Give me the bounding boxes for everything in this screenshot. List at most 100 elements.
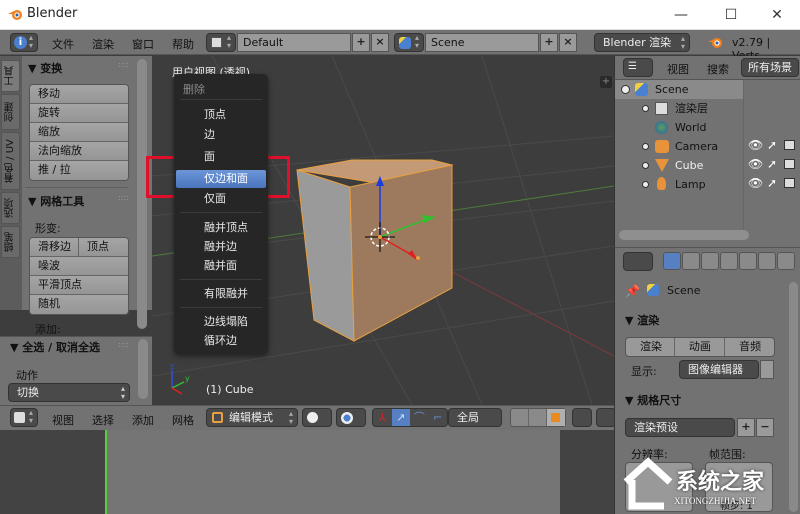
render-layers-tab-icon[interactable]	[682, 252, 700, 270]
maximize-button[interactable]: ☐	[718, 5, 744, 25]
vertex-select-icon[interactable]	[511, 409, 529, 426]
minimize-button[interactable]: —	[668, 5, 694, 25]
render-tab-icon[interactable]	[663, 252, 681, 270]
menu-item-limited-dissolve[interactable]: 有限融并	[174, 285, 268, 303]
manipulator-toggle-icon[interactable]: ⅄	[373, 409, 392, 426]
menu-item-only-faces[interactable]: 仅面	[174, 190, 268, 208]
outliner-row-world[interactable]: World	[615, 118, 800, 137]
face-select-icon[interactable]	[547, 409, 565, 426]
render-engine-dropdown[interactable]: Blender 渲染 ▴ ▾	[594, 33, 690, 52]
render-audio-button[interactable]: 音频	[725, 338, 774, 356]
edge-select-icon[interactable]	[529, 409, 547, 426]
pivot-point-selector[interactable]	[336, 408, 366, 427]
dimensions-panel-header[interactable]: ▼ 规格尺寸	[625, 392, 681, 408]
rotate-manipulator-icon[interactable]: ⌒	[410, 409, 429, 426]
tab-grease-pencil[interactable]: 蜡笔	[1, 226, 20, 258]
operator-panel-header[interactable]: ▼ 全选 / 取消全选	[10, 339, 100, 355]
outliner-display-dropdown[interactable]: 所有场景	[741, 58, 799, 77]
render-image-button[interactable]: 渲染	[626, 338, 675, 356]
renderability-camera-icon[interactable]	[784, 178, 795, 188]
move-button[interactable]: 移动	[30, 85, 128, 104]
display-dropdown[interactable]: 图像编辑器	[679, 360, 759, 379]
add-layout-button[interactable]: +	[352, 33, 370, 52]
outliner-row-render-layers[interactable]: 渲染层	[615, 99, 800, 118]
menu-render[interactable]: 渲染	[92, 36, 114, 52]
render-animation-button[interactable]: 动画	[675, 338, 726, 356]
render-preset-dropdown[interactable]: 渲染预设	[625, 418, 735, 437]
transform-panel-header[interactable]: ▼ 变换	[28, 60, 62, 76]
tab-options[interactable]: 选项	[1, 192, 20, 224]
remove-preset-button[interactable]: −	[756, 418, 774, 437]
scene-tab-icon[interactable]	[701, 252, 719, 270]
menu-item-edge-collapse[interactable]: 边线塌陷	[174, 313, 268, 331]
tab-create[interactable]: 创建	[1, 94, 20, 130]
noise-button[interactable]: 噪波	[30, 257, 128, 276]
outliner-type-selector[interactable]: ☰	[623, 58, 653, 77]
shrink-fatten-button[interactable]: 法向缩放	[30, 142, 128, 161]
properties-toggle-button[interactable]: +	[600, 76, 612, 88]
outliner-row-scene[interactable]: Scene	[615, 80, 743, 99]
lock-interface-icon[interactable]	[760, 360, 774, 379]
renderability-camera-icon[interactable]	[784, 140, 795, 150]
tab-shading-uv[interactable]: 着色 / UV	[1, 132, 20, 190]
scene-selector[interactable]: ▴ ▾	[394, 33, 424, 52]
selectability-cursor-icon[interactable]: ➚	[767, 157, 777, 171]
visibility-eye-icon[interactable]: 👁	[748, 138, 763, 152]
scale-button[interactable]: 缩放	[30, 123, 128, 142]
edge-slide-button[interactable]: 滑移边	[30, 238, 79, 256]
menu-select[interactable]: 选择	[92, 412, 114, 428]
add-preset-button[interactable]: +	[737, 418, 755, 437]
constraints-tab-icon[interactable]	[758, 252, 776, 270]
editor-type-selector[interactable]: i ▴ ▾	[10, 33, 38, 52]
menu-item-only-edges-faces[interactable]: 仅边和面	[176, 170, 266, 188]
editor-type-selector[interactable]: ▴ ▾	[10, 408, 38, 427]
menu-item-dissolve-edges[interactable]: 融并边	[174, 238, 268, 256]
drag-handle-icon[interactable]: ::::	[118, 193, 129, 202]
menu-add[interactable]: 添加	[132, 412, 154, 428]
properties-type-selector[interactable]	[623, 252, 653, 271]
smooth-vertex-button[interactable]: 平滑顶点	[30, 276, 128, 295]
object-tab-icon[interactable]	[739, 252, 757, 270]
outliner-menu-search[interactable]: 搜索	[707, 61, 729, 77]
tab-tools[interactable]: 工具	[1, 60, 20, 92]
randomize-button[interactable]: 随机	[30, 295, 128, 314]
menu-window[interactable]: 窗口	[132, 36, 154, 52]
push-pull-button[interactable]: 推 / 拉	[30, 161, 128, 180]
renderability-camera-icon[interactable]	[784, 159, 795, 169]
current-frame-line[interactable]	[105, 430, 107, 514]
pin-icon[interactable]: 📌	[625, 284, 640, 298]
action-dropdown[interactable]: 切换 ▴ ▾	[8, 383, 130, 402]
expand-icon[interactable]	[642, 181, 649, 188]
screen-layout-field[interactable]: Default	[237, 33, 351, 52]
operator-scrollbar[interactable]	[138, 339, 148, 399]
rotate-button[interactable]: 旋转	[30, 104, 128, 123]
menu-item-faces[interactable]: 面	[174, 148, 268, 166]
selectability-cursor-icon[interactable]: ➚	[767, 138, 777, 152]
menu-item-edges[interactable]: 边	[174, 126, 268, 144]
outliner-menu-view[interactable]: 视图	[667, 61, 689, 77]
expand-icon[interactable]	[642, 143, 649, 150]
expand-icon[interactable]	[642, 162, 649, 169]
add-scene-button[interactable]: +	[540, 33, 558, 52]
outliner-hscrollbar[interactable]	[619, 230, 749, 240]
world-tab-icon[interactable]	[720, 252, 738, 270]
scene-field[interactable]: Scene	[425, 33, 539, 52]
modifiers-tab-icon[interactable]	[777, 252, 795, 270]
scale-manipulator-icon[interactable]: ⌐	[429, 409, 448, 426]
mesh-tools-panel-header[interactable]: ▼ 网格工具	[28, 193, 84, 209]
remove-scene-button[interactable]: ×	[559, 33, 577, 52]
viewport-shading-selector[interactable]	[302, 408, 332, 427]
menu-item-dissolve-vertices[interactable]: 融并顶点	[174, 219, 268, 237]
timeline-area[interactable]	[0, 430, 614, 514]
selectability-cursor-icon[interactable]: ➚	[767, 176, 777, 190]
render-panel-header[interactable]: ▼ 渲染	[625, 312, 659, 328]
menu-mesh[interactable]: 网格	[172, 412, 194, 428]
mode-dropdown[interactable]: 编辑模式 ▴ ▾	[206, 408, 298, 427]
occlude-geometry-button[interactable]	[572, 408, 592, 427]
screen-layout-selector[interactable]: ▴ ▾	[206, 33, 236, 52]
vertex-slide-button[interactable]: 顶点	[79, 238, 128, 256]
drag-handle-icon[interactable]: ::::	[118, 340, 129, 349]
orientation-dropdown[interactable]: 全局	[448, 408, 502, 427]
menu-item-vertices[interactable]: 顶点	[174, 106, 268, 124]
remove-layout-button[interactable]: ×	[371, 33, 389, 52]
